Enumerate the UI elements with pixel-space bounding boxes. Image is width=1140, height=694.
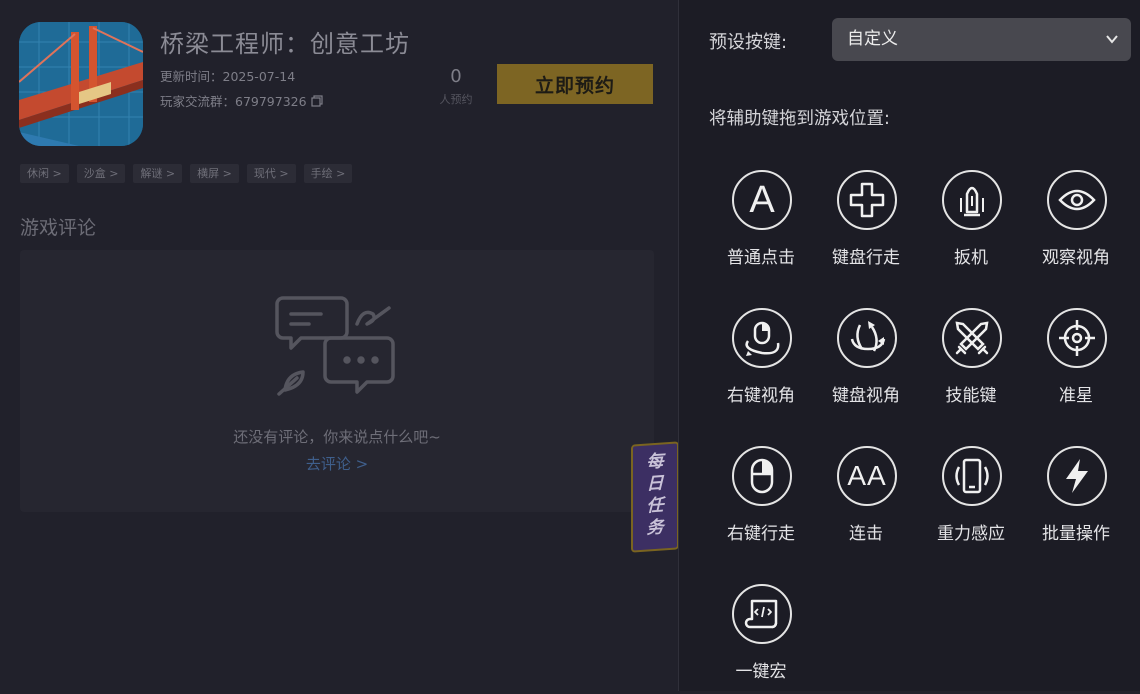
script-icon: [732, 584, 792, 644]
tool-label: 键盘行走: [832, 248, 900, 268]
daily-task-label: 每日任务: [633, 449, 677, 540]
eye-icon: [1047, 170, 1107, 230]
chevron-down-icon: [1106, 33, 1118, 45]
double-a-glyph: AA: [847, 460, 887, 491]
crossed-swords-icon: [942, 308, 1002, 368]
tool-crosshair[interactable]: 准星: [1026, 308, 1126, 418]
tag-modern[interactable]: 现代 >: [246, 164, 296, 183]
drag-hint: 将辅助键拖到游戏位置:: [709, 109, 890, 129]
tool-label: 一键宏: [735, 662, 787, 682]
preset-keys-value: 自定义: [847, 29, 898, 49]
tag-list: 休闲 > 沙盒 > 解谜 > 横屏 > 现代 > 手绘 >: [20, 164, 353, 183]
tag-hand-drawn[interactable]: 手绘 >: [303, 164, 353, 183]
letter-a-glyph: A: [749, 178, 775, 221]
game-detail-page: 桥梁工程师：创意工坊 更新时间：2025-07-14 玩家交流群：6797973…: [0, 0, 678, 691]
double-a-icon: AA: [837, 446, 897, 506]
tool-right-click-view[interactable]: 右键视角: [711, 308, 811, 418]
preset-keys-label: 预设按键:: [709, 32, 788, 53]
tool-label: 普通点击: [727, 248, 795, 268]
tool-gravity-sensor[interactable]: 重力感应: [921, 446, 1021, 556]
lightning-icon: [1047, 446, 1107, 506]
game-title: 桥梁工程师：创意工坊: [160, 30, 410, 58]
tool-label: 准星: [1059, 386, 1093, 406]
tag-sandbox[interactable]: 沙盒 >: [76, 164, 126, 183]
tool-label: 批量操作: [1042, 524, 1110, 544]
tool-label: 右键视角: [727, 386, 795, 406]
mouse-rotate-icon: [732, 308, 792, 368]
reserve-count-label: 人预约: [439, 93, 473, 106]
tool-keyboard-view[interactable]: 键盘视角: [816, 308, 916, 418]
tool-label: 键盘视角: [832, 386, 900, 406]
reserve-button[interactable]: 立即预约: [497, 64, 653, 104]
tag-puzzle[interactable]: 解谜 >: [133, 164, 183, 183]
phone-shake-icon: [942, 446, 1002, 506]
chat-bubbles-icon: [275, 294, 401, 398]
tool-skill-key[interactable]: 技能键: [921, 308, 1021, 418]
key-mapping-panel: 预设按键: 自定义 将辅助键拖到游戏位置: A 普通点击 键盘行走 扳机 观察视…: [678, 0, 1140, 691]
tool-label: 观察视角: [1042, 248, 1110, 268]
tag-landscape[interactable]: 横屏 >: [190, 164, 239, 183]
update-time: 更新时间：2025-07-14: [160, 69, 296, 84]
tool-label: 重力感应: [937, 524, 1005, 544]
rotate-view-icon: [837, 308, 897, 368]
reviews-empty-text: 还没有评论，你来说点什么吧~: [233, 428, 441, 446]
tool-one-key-macro[interactable]: 一键宏: [711, 584, 811, 694]
crosshair-icon: [1047, 308, 1107, 368]
copy-icon[interactable]: [310, 94, 323, 107]
dpad-icon: [837, 170, 897, 230]
daily-task-badge[interactable]: 每日任务: [631, 441, 679, 553]
letter-a-icon: A: [732, 170, 792, 230]
daily-task-text: 每日任务: [646, 451, 664, 539]
mouse-icon: [732, 446, 792, 506]
tool-label: 技能键: [945, 386, 997, 406]
tool-combo[interactable]: AA 连击: [816, 446, 916, 556]
tool-keyboard-walk[interactable]: 键盘行走: [816, 170, 916, 280]
write-review-link[interactable]: 去评论 >: [20, 453, 654, 474]
tool-label: 扳机: [954, 248, 988, 268]
tool-label: 连击: [849, 524, 883, 544]
reserve-count: 0: [450, 66, 462, 87]
player-group: 玩家交流群：679797326: [160, 91, 323, 110]
reviews-empty-state: 还没有评论，你来说点什么吧~ 去评论 >: [20, 250, 654, 512]
tool-right-click-walk[interactable]: 右键行走: [711, 446, 811, 556]
tag-casual[interactable]: 休闲 >: [20, 164, 69, 183]
tool-batch-operation[interactable]: 批量操作: [1026, 446, 1126, 556]
game-icon: [19, 22, 143, 146]
preset-keys-select[interactable]: 自定义: [832, 18, 1131, 61]
tool-label: 右键行走: [727, 524, 795, 544]
tool-trigger[interactable]: 扳机: [921, 170, 1021, 280]
reviews-heading: 游戏评论: [20, 217, 97, 239]
bullet-icon: [942, 170, 1002, 230]
tool-normal-click[interactable]: A 普通点击: [711, 170, 811, 280]
tool-observe-view[interactable]: 观察视角: [1026, 170, 1126, 280]
player-group-text: 玩家交流群：679797326: [160, 94, 307, 109]
